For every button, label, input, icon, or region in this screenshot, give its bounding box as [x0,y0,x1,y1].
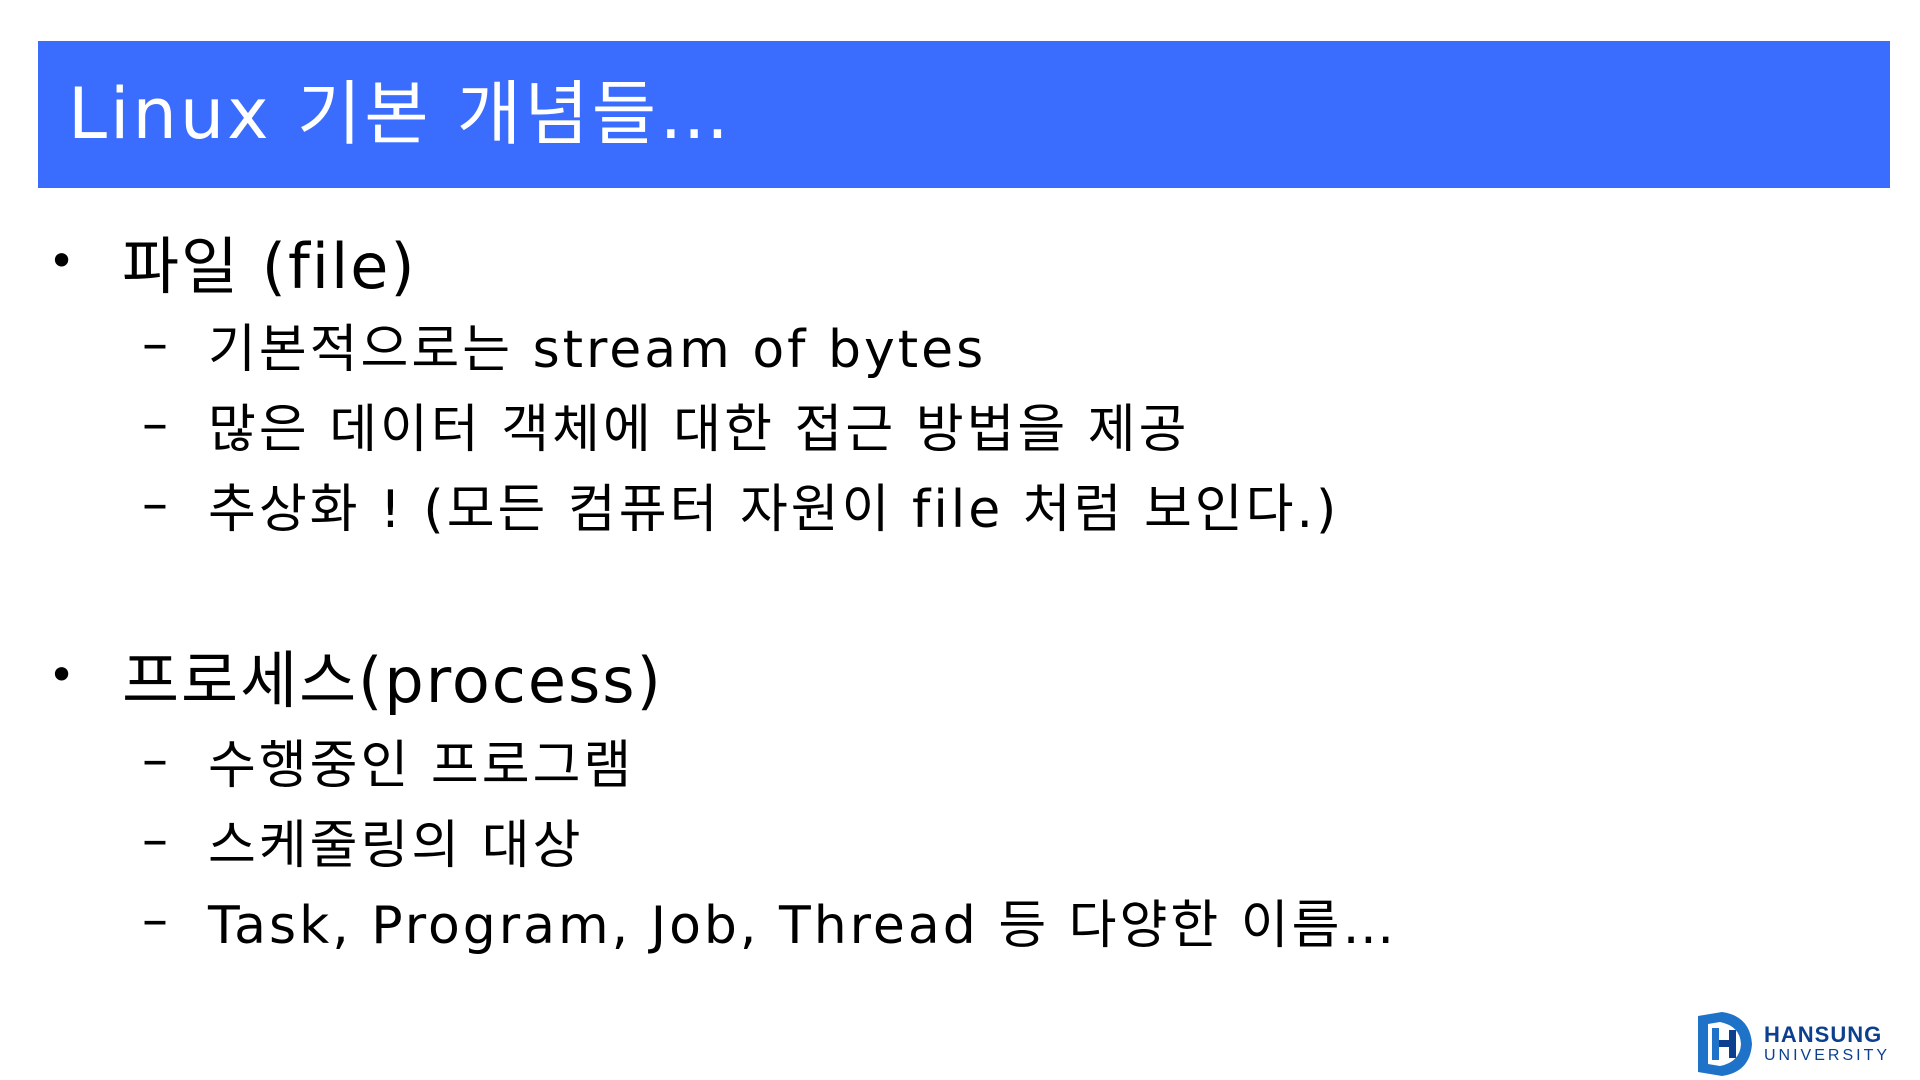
logo-name: HANSUNG [1764,1022,1883,1047]
sub-bullet-text: 많은 데이터 객체에 대한 접근 방법을 제공 [208,399,1190,460]
sub-bullet-text: 추상화 ! (모든 컴퓨터 자원이 file 처럼 보인다.) [208,479,1340,540]
sub-bullet-text: 수행중인 프로그램 [208,735,635,796]
sub-bullet: – 많은 데이터 객체에 대한 접근 방법을 제공 [142,389,1190,460]
sub-bullet-text: Task, Program, Job, Thread 등 다양한 이름… [208,895,1398,956]
bullet-file: • 파일 (file) [48,221,417,303]
hansung-logo-icon [1698,1012,1752,1076]
dash-marker: – [142,474,171,534]
logo-subtitle: UNIVERSITY [1764,1047,1891,1064]
dash-marker: – [142,730,171,790]
slide-content: • 파일 (file) – 기본적으로는 stream of bytes – 많… [0,0,1920,1080]
dash-marker: – [142,810,171,870]
bullet-heading: 파일 (file) [122,230,417,303]
sub-bullet: – 수행중인 프로그램 [142,725,635,796]
logo-wordmark: HANSUNG UNIVERSITY [1764,1024,1890,1064]
bullet-marker: • [48,234,78,288]
sub-bullet: – 추상화 ! (모든 컴퓨터 자원이 file 처럼 보인다.) [142,469,1340,540]
sub-bullet: – 기본적으로는 stream of bytes [142,309,987,380]
sub-bullet: – Task, Program, Job, Thread 등 다양한 이름… [142,885,1398,956]
bullet-heading: 프로세스(process) [122,644,663,717]
sub-bullet-text: 기본적으로는 stream of bytes [208,319,987,380]
dash-marker: – [142,890,171,950]
dash-marker: – [142,394,171,454]
bullet-process: • 프로세스(process) [48,635,663,717]
hansung-logo: HANSUNG UNIVERSITY [1692,1008,1920,1080]
dash-marker: – [142,314,171,374]
sub-bullet: – 스케줄링의 대상 [142,805,584,876]
sub-bullet-text: 스케줄링의 대상 [208,815,584,876]
bullet-marker: • [48,648,78,702]
